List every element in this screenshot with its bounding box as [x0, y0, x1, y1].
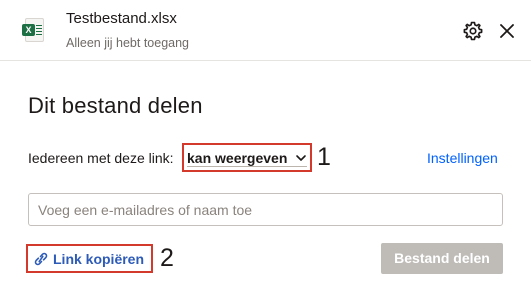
- link-icon: [34, 252, 48, 266]
- settings-link[interactable]: Instellingen: [427, 150, 498, 166]
- chevron-down-icon: [296, 155, 306, 161]
- permission-value: kan weergeven: [187, 150, 288, 166]
- share-file-button[interactable]: Bestand delen: [381, 243, 503, 274]
- close-button[interactable]: [496, 20, 518, 42]
- annotation-marker-2: 2: [160, 244, 174, 272]
- copy-link-label: Link kopiëren: [53, 251, 145, 267]
- email-field[interactable]: [28, 193, 503, 226]
- annotation-marker-1: 1: [317, 143, 331, 171]
- dropdown-underline: [187, 166, 307, 167]
- sheet-lines: [36, 25, 42, 35]
- gear-icon: [463, 21, 483, 41]
- excel-badge: X: [22, 24, 35, 36]
- permission-dropdown[interactable]: kan weergeven: [182, 143, 312, 172]
- close-icon: [500, 24, 514, 38]
- settings-button[interactable]: [462, 20, 484, 42]
- link-access-label: Iedereen met deze link:: [28, 150, 174, 166]
- dialog-header: X Testbestand.xlsx Alleen jij hebt toega…: [0, 0, 531, 61]
- share-dialog: X Testbestand.xlsx Alleen jij hebt toega…: [0, 0, 531, 298]
- dialog-title: Dit bestand delen: [28, 93, 203, 118]
- copy-link-button[interactable]: Link kopiëren: [26, 244, 153, 273]
- excel-file-icon: X: [22, 18, 44, 42]
- file-name: Testbestand.xlsx: [66, 10, 177, 27]
- access-status: Alleen jij hebt toegang: [66, 36, 190, 50]
